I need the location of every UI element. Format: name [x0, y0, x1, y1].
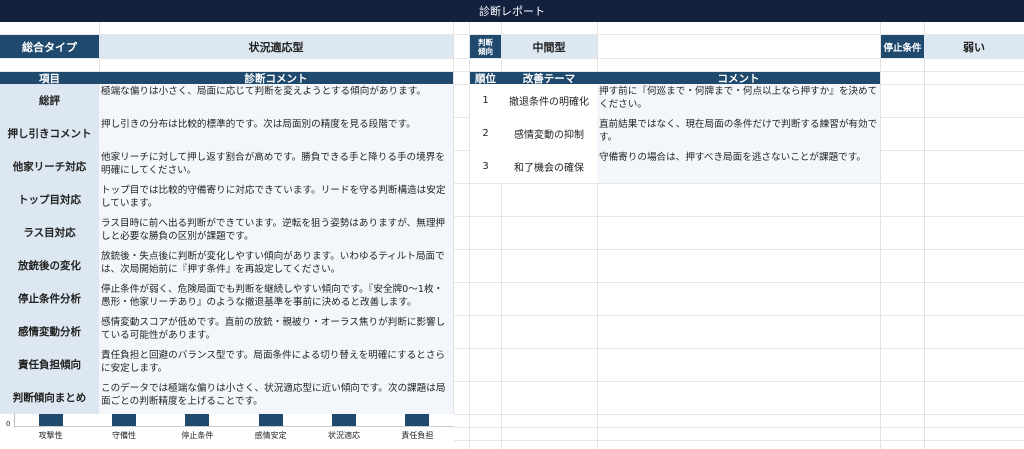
- report-title: 診断レポート: [479, 5, 545, 18]
- chart-bar: [38, 414, 63, 426]
- chart-category-label: 攻撃性: [38, 431, 63, 440]
- overall-type-label: 総合タイプ: [0, 35, 99, 58]
- chart-y-tick-0: 0: [6, 420, 11, 428]
- chart-bar: [332, 414, 356, 426]
- chart-bar: [112, 414, 136, 426]
- overall-type-value: 状況適応型: [99, 35, 453, 58]
- chart-category-label: 守備性: [112, 431, 136, 440]
- diagnosis-item-label: 停止条件分析: [0, 282, 99, 315]
- improvement-rank: 1: [470, 84, 501, 117]
- diagnosis-item-label: 判断傾向まとめ: [0, 381, 99, 414]
- diagnosis-item-comment: 他家リーチに対して押し返す割合が高めです。勝負できる手と降りる手の境界を明確にし…: [99, 150, 453, 183]
- chart-category-label: 停止条件: [181, 431, 214, 440]
- diagnosis-item-comment: 押し引きの分布は比較的標準的です。次は局面別の精度を見る段階です。: [99, 117, 453, 150]
- diagnosis-item-comment: 感情変動スコアが低めです。直前の放銃・親被り・オーラス焦りが判断に影響している可…: [99, 315, 453, 348]
- diagnosis-item-label: ラス目対応: [0, 216, 99, 249]
- report-title-bar: 診断レポート: [0, 0, 1024, 22]
- improvement-rank: 2: [470, 117, 501, 150]
- improvement-theme: 感情変動の抑制: [501, 117, 597, 150]
- chart-category-label: 感情安定: [254, 431, 287, 440]
- chart-category-label: 責任負担: [401, 431, 434, 440]
- chart-bar: [405, 414, 430, 426]
- improvement-comment: 押す前に『何巡まで・何牌まで・何点以上なら押すか』を決めてください。: [597, 84, 880, 117]
- diagnosis-item-label: トップ目対応: [0, 183, 99, 216]
- left-header-comment: 診断コメント: [99, 72, 453, 85]
- right-header-rank: 順位: [470, 72, 501, 85]
- diagnosis-item-comment: 放銃後・失点後に判断が変化しやすい傾向があります。いわゆるティルト局面では、次局…: [99, 249, 453, 282]
- tendency-label: 判断傾向: [470, 35, 501, 58]
- diagnosis-item-comment: 極端な偏りは小さく、局面に応じて判断を変えようとする傾向があります。: [99, 84, 453, 117]
- chart-category-label: 状況適応: [328, 431, 360, 440]
- diagnosis-item-label: 責任負担傾向: [0, 348, 99, 381]
- diagnosis-item-label: 放銃後の変化: [0, 249, 99, 282]
- chart-bar: [258, 414, 283, 426]
- diagnosis-item-label: 総評: [0, 84, 99, 117]
- tendency-value: 中間型: [501, 35, 597, 58]
- stop-condition-label: 停止条件: [881, 35, 924, 58]
- diagnosis-item-comment: 責任負担と回避のバランス型です。局面条件による切り替えを明確にするとさらに安定し…: [99, 348, 453, 381]
- right-header-theme: 改善テーマ: [501, 72, 597, 85]
- diagnosis-item-comment: このデータでは極端な偏りは小さく、状況適応型に近い傾向です。次の課題は局面ごとの…: [99, 381, 453, 414]
- left-header-item: 項目: [0, 72, 99, 85]
- improvement-comment: 守備寄りの場合は、押すべき局面を逃さないことが課題です。: [597, 150, 880, 183]
- diagnosis-item-comment: トップ目では比較的守備寄りに対応できています。リードを守る判断構造は安定していま…: [99, 183, 453, 216]
- chart-bar: [185, 414, 210, 426]
- diagnosis-item-comment: 停止条件が弱く、危険局面でも判断を継続しやすい傾向です。『安全牌0～1枚・愚形・…: [99, 282, 453, 315]
- improvement-theme: 和了機会の確保: [501, 150, 597, 183]
- diagnosis-item-label: 他家リーチ対応: [0, 150, 99, 183]
- right-header-comment: コメント: [597, 72, 880, 85]
- diagnosis-item-comment: ラス目時に前へ出る判断ができています。逆転を狙う姿勢はありますが、無理押しと必要…: [99, 216, 453, 249]
- chart-x-axis: [14, 426, 454, 427]
- diagnosis-item-label: 感情変動分析: [0, 315, 99, 348]
- improvement-rank: 3: [470, 150, 501, 183]
- diagnosis-item-label: 押し引きコメント: [0, 117, 99, 150]
- improvement-comment: 直前結果ではなく、現在局面の条件だけで判断する練習が有効です。: [597, 117, 880, 150]
- improvement-theme: 撤退条件の明確化: [501, 84, 597, 117]
- stop-condition-value: 弱い: [924, 35, 1024, 58]
- tendency-bar-chart: 0 攻撃性 守備性 停止条件 感情安定 状況適応 責任負担: [0, 414, 454, 449]
